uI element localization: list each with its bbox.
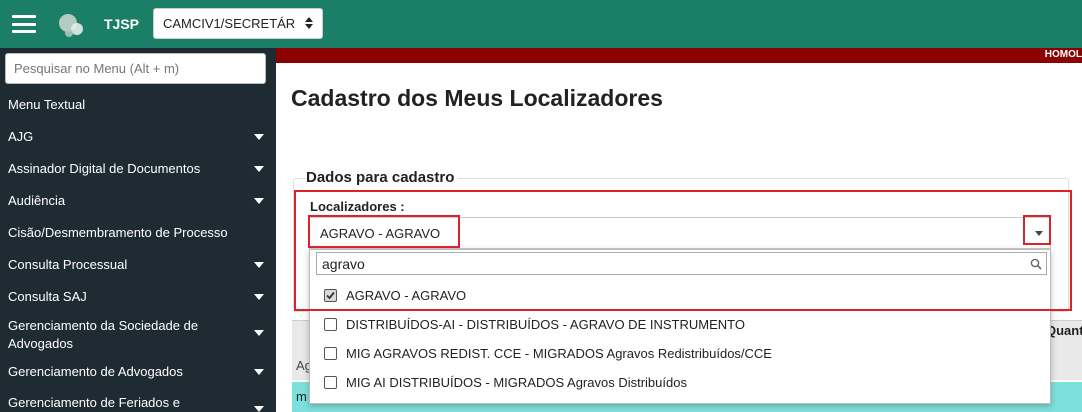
search-icon <box>1030 258 1042 270</box>
sidebar-item-label: Menu Textual <box>8 97 86 112</box>
environment-strip: HOMOL <box>276 48 1082 63</box>
top-bar: TJSP CAMCIV1/SECRETÁR <box>0 0 1082 48</box>
sidebar-item-sociedade-advogados[interactable]: Gerenciamento da Sociedade de Advogados <box>0 317 276 353</box>
caret-down-icon <box>254 134 264 140</box>
page-title: Cadastro dos Meus Localizadores <box>291 85 663 111</box>
caret-down-icon <box>254 369 264 375</box>
hamburger-menu-icon[interactable] <box>12 15 36 33</box>
sidebar-item-label: Consulta SAJ <box>8 289 87 304</box>
option-label: MIG AGRAVOS REDIST. CCE - MIGRADOS Agrav… <box>346 346 772 361</box>
localizadores-label: Localizadores : <box>310 199 405 214</box>
fieldset-legend: Dados para cadastro <box>306 169 459 186</box>
localizadores-select[interactable]: AGRAVO - AGRAVO <box>309 217 1051 249</box>
checkbox[interactable] <box>324 347 337 360</box>
caret-down-icon <box>254 294 264 300</box>
caret-down-icon <box>254 330 264 336</box>
table-cell: m <box>296 389 307 404</box>
sidebar-item-label: Gerenciamento de Feriados e <box>8 395 180 410</box>
caret-down-icon <box>254 166 264 172</box>
check-icon <box>326 291 335 300</box>
sidebar-item-assinador-digital[interactable]: Assinador Digital de Documentos <box>0 160 276 178</box>
checkbox[interactable] <box>324 376 337 389</box>
caret-down-icon <box>254 406 264 412</box>
sidebar-item-label: Assinador Digital de Documentos <box>8 161 201 176</box>
checkbox[interactable] <box>324 318 337 331</box>
dropdown-caret-icon[interactable] <box>1035 231 1043 236</box>
sidebar-item-label: Audiência <box>8 193 66 208</box>
sidebar-item-label: Gerenciamento de Advogados <box>8 364 183 379</box>
sidebar-item-label: Consulta Processual <box>8 257 128 272</box>
sidebar-item-cisao[interactable]: Cisão/Desmembramento de Processo <box>0 224 276 242</box>
unit-select[interactable]: CAMCIV1/SECRETÁR <box>153 8 323 39</box>
up-down-arrows-icon <box>305 17 313 29</box>
sidebar-item-label: Gerenciamento da Sociedade de Advogados <box>8 318 199 351</box>
tjsp-logo-icon <box>59 14 83 37</box>
caret-down-icon <box>254 198 264 204</box>
sidebar-item-consulta-processual[interactable]: Consulta Processual <box>0 256 276 274</box>
option-label: MIG AI DISTRIBUÍDOS - MIGRADOS Agravos D… <box>346 375 687 390</box>
brand-name: TJSP <box>104 16 140 32</box>
localizadores-selected-value: AGRAVO - AGRAVO <box>320 226 441 241</box>
sidebar-item-menu-textual[interactable]: Menu Textual <box>0 96 276 114</box>
sidebar-item-feriados[interactable]: Gerenciamento de Feriados e <box>0 394 276 412</box>
checkbox-checked[interactable] <box>324 289 337 302</box>
sidebar-item-advogados[interactable]: Gerenciamento de Advogados <box>0 363 276 381</box>
option-label: AGRAVO - AGRAVO <box>346 288 467 303</box>
sidebar-item-ajg[interactable]: AJG <box>0 128 276 146</box>
sidebar-item-label: Cisão/Desmembramento de Processo <box>8 225 228 240</box>
menu-search-input[interactable] <box>5 53 266 84</box>
table-header-quantity: Quant <box>1046 323 1082 338</box>
sidebar-item-consulta-saj[interactable]: Consulta SAJ <box>0 288 276 306</box>
option-label: DISTRIBUÍDOS-AI - DISTRIBUÍDOS - AGRAVO … <box>346 317 745 332</box>
localizadores-dropdown: AGRAVO - AGRAVO DISTRIBUÍDOS-AI - DISTRI… <box>309 249 1051 404</box>
environment-label: HOMOL <box>1044 49 1082 60</box>
caret-down-icon <box>254 262 264 268</box>
unit-select-value: CAMCIV1/SECRETÁR <box>163 16 296 31</box>
sidebar-item-label: AJG <box>8 129 34 144</box>
sidebar-item-audiencia[interactable]: Audiência <box>0 192 276 210</box>
dropdown-search-input[interactable] <box>316 252 1047 275</box>
